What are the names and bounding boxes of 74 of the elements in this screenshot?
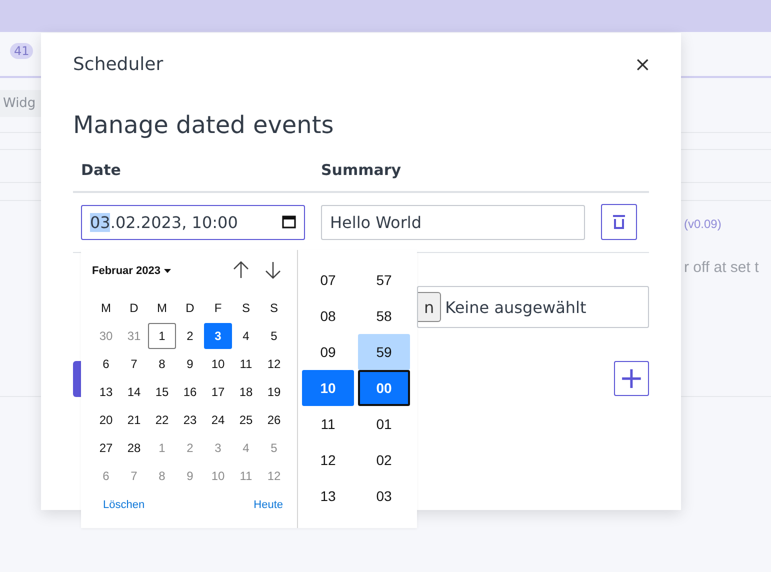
calendar-day[interactable]: 21: [120, 407, 148, 433]
minute-option[interactable]: 03: [358, 478, 410, 514]
calendar-day[interactable]: 24: [204, 407, 232, 433]
calendar-day[interactable]: 11: [232, 351, 260, 377]
minute-option[interactable]: 57: [358, 262, 410, 298]
add-button[interactable]: +: [614, 361, 649, 396]
minute-option[interactable]: 01: [358, 406, 410, 442]
calendar-day[interactable]: 19: [260, 379, 288, 405]
calendar-day[interactable]: 8: [148, 351, 176, 377]
calendar-day[interactable]: 6: [92, 351, 120, 377]
delete-button[interactable]: [601, 204, 637, 240]
file-status: Keine ausgewählt: [445, 298, 586, 316]
date-field[interactable]: 03.02.2023, 10:00: [81, 204, 305, 240]
calendar-day[interactable]: 14: [120, 379, 148, 405]
calendar-day[interactable]: 2: [176, 323, 204, 349]
weekday-label: M: [156, 300, 168, 317]
calendar-day[interactable]: 15: [148, 379, 176, 405]
file-field[interactable]: n Keine ausgewählt: [417, 286, 649, 328]
count-badge: 41: [10, 43, 34, 59]
hour-option[interactable]: 11: [302, 406, 354, 442]
up-arrow-icon: [233, 261, 249, 279]
hour-option[interactable]: 10: [302, 370, 354, 406]
trash-icon: [612, 214, 626, 230]
calendar-day[interactable]: 9: [176, 351, 204, 377]
section-heading: Manage dated events: [73, 111, 335, 139]
previous-button[interactable]: [231, 261, 251, 281]
minute-option[interactable]: 58: [358, 298, 410, 334]
column-header: Summary: [320, 161, 402, 179]
close-button[interactable]: ×: [634, 52, 651, 76]
weekday-label: S: [240, 300, 251, 317]
weekday-label: M: [100, 300, 112, 317]
dialog-title: Scheduler: [73, 54, 164, 74]
summary-field[interactable]: Hello World: [321, 204, 585, 240]
calendar-day[interactable]: 7: [120, 351, 148, 377]
calendar-day[interactable]: 17: [204, 379, 232, 405]
calendar-day[interactable]: 18: [232, 379, 260, 405]
weekday-label: S: [268, 300, 279, 317]
calendar-day[interactable]: 10: [204, 351, 232, 377]
next-button[interactable]: [263, 261, 283, 281]
minute-option[interactable]: 59: [358, 334, 410, 370]
calendar-day[interactable]: 20: [92, 407, 120, 433]
hour-option[interactable]: 08: [302, 298, 354, 334]
minute-option[interactable]: 02: [358, 442, 410, 478]
today-button[interactable]: Heute: [254, 499, 283, 511]
calendar-day[interactable]: 4: [232, 323, 260, 349]
version-text: (v0.09): [684, 217, 722, 231]
calendar-day[interactable]: 12: [260, 351, 288, 377]
calendar-day[interactable]: 23: [176, 407, 204, 433]
down-arrow-icon: [265, 261, 281, 279]
clear-button[interactable]: Löschen: [103, 499, 145, 511]
calendar-icon[interactable]: [282, 215, 296, 229]
calendar-day[interactable]: 22: [148, 407, 176, 433]
calendar-day[interactable]: 26: [260, 407, 288, 433]
hour-option[interactable]: 13: [302, 478, 354, 514]
browse-button[interactable]: n: [418, 292, 442, 322]
hour-option[interactable]: 09: [302, 334, 354, 370]
description-text: r off at set t: [684, 259, 759, 276]
hour-option[interactable]: 07: [302, 262, 354, 298]
weekday-label: F: [213, 300, 223, 317]
month-dropdown[interactable]: Februar 2023: [92, 265, 172, 277]
calendar-day[interactable]: 1: [148, 323, 176, 349]
calendar-day[interactable]: 16: [176, 379, 204, 405]
calendar-day[interactable]: 25: [232, 407, 260, 433]
calendar-day[interactable]: 13: [92, 379, 120, 405]
calendar-day[interactable]: 5: [260, 323, 288, 349]
calendar-day[interactable]: 27: [92, 435, 120, 461]
hour-option[interactable]: 12: [302, 442, 354, 478]
weekday-label: D: [184, 300, 196, 317]
calendar-day[interactable]: 3: [204, 323, 232, 349]
minute-option[interactable]: 00: [358, 370, 410, 406]
calendar-day[interactable]: 28: [120, 435, 148, 461]
caret-icon: [164, 269, 172, 273]
weekday-label: D: [128, 300, 140, 317]
column-header: Date: [80, 161, 122, 179]
